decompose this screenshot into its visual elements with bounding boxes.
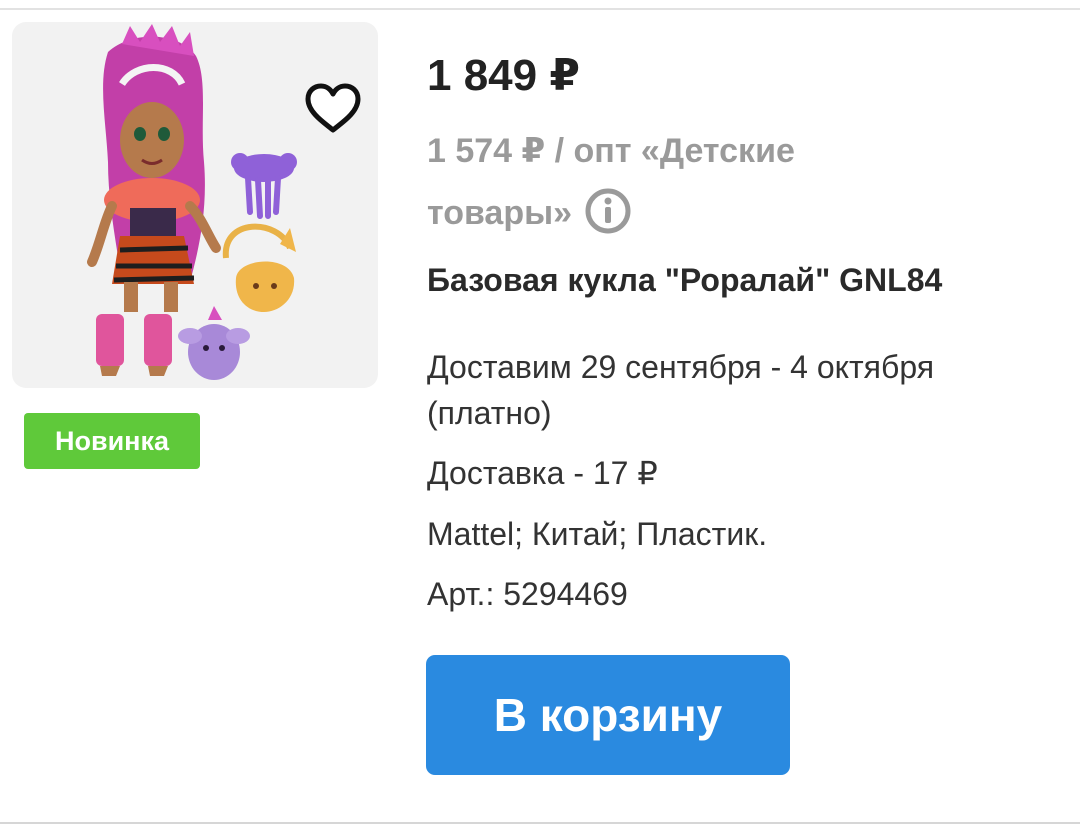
- bottom-divider: [0, 822, 1080, 824]
- new-badge: Новинка: [24, 413, 200, 469]
- info-icon[interactable]: [584, 187, 632, 235]
- add-to-cart-button[interactable]: В корзину: [426, 655, 790, 775]
- heart-icon: [305, 83, 361, 133]
- product-image-card[interactable]: [12, 22, 378, 388]
- product-specs: Mattel; Китай; Пластик.: [427, 516, 768, 552]
- delivery-date: Доставим 29 сентября - 4 октября (платно…: [427, 349, 935, 431]
- doll-with-accessories-image: [87, 24, 297, 380]
- product-title[interactable]: Базовая кукла "Роралай" GNL84: [427, 262, 942, 299]
- product-sku: Арт.: 5294469: [427, 576, 628, 612]
- top-divider: [0, 8, 1080, 10]
- wholesale-price: 1 574 ₽ / опт «Детские товары»: [427, 120, 897, 244]
- favorite-button[interactable]: [298, 78, 368, 138]
- price: 1 849 ₽: [427, 51, 580, 100]
- delivery-cost: Доставка - 17 ₽: [427, 455, 658, 491]
